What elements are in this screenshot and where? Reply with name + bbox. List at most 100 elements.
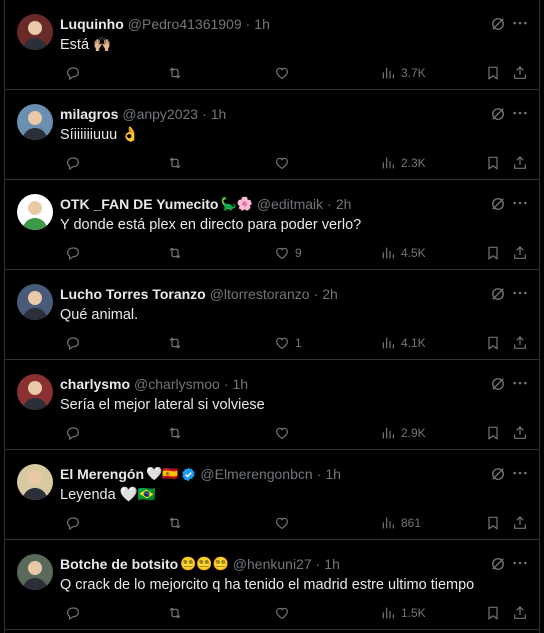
avatar[interactable] xyxy=(17,14,53,50)
timestamp[interactable]: 1h xyxy=(211,105,227,123)
retweet-button[interactable] xyxy=(167,63,188,83)
avatar[interactable] xyxy=(17,284,53,320)
grok-icon[interactable] xyxy=(489,15,507,33)
retweet-button[interactable] xyxy=(167,603,188,623)
more-icon[interactable] xyxy=(511,554,529,572)
like-button[interactable] xyxy=(274,153,295,173)
author-handle[interactable]: @ltorrestoranzo xyxy=(210,285,310,303)
grok-icon[interactable] xyxy=(489,375,507,393)
more-icon[interactable] xyxy=(511,284,529,302)
views-button[interactable]: 1.5K xyxy=(380,603,426,623)
share-button[interactable] xyxy=(512,63,528,83)
reply-button[interactable] xyxy=(65,153,86,173)
author-name[interactable]: Botche de botsito xyxy=(60,555,178,573)
author-name[interactable]: milagros xyxy=(60,105,118,123)
author-name[interactable]: charlysmo xyxy=(60,375,130,393)
tweet[interactable]: OTK _FAN DE Yumecito 🦕🌸 @editmaik · 2h Y… xyxy=(5,180,539,270)
timestamp[interactable]: 2h xyxy=(322,285,338,303)
reply-icon xyxy=(67,517,79,531)
reply-button[interactable] xyxy=(65,513,86,533)
separator-dot: · xyxy=(313,286,319,302)
tweet[interactable]: Botche de botsito 😵‍💫😵‍💫😵‍💫 @henkuni27 ·… xyxy=(5,540,539,630)
avatar[interactable] xyxy=(17,464,53,500)
views-button[interactable]: 3.7K xyxy=(380,63,426,83)
author-name[interactable]: El Merengón xyxy=(60,465,144,483)
retweet-button[interactable] xyxy=(167,153,188,173)
timestamp[interactable]: 1h xyxy=(254,15,270,33)
author-name[interactable]: Luquinho xyxy=(60,15,124,33)
retweet-button[interactable] xyxy=(167,333,188,353)
tweet[interactable]: El Merengón 🤍🇪🇸 @Elmerengonbcn · 1h Leye… xyxy=(5,450,539,540)
share-button[interactable] xyxy=(512,513,528,533)
retweet-button[interactable] xyxy=(167,423,188,443)
bookmark-button[interactable] xyxy=(485,513,501,533)
avatar[interactable] xyxy=(17,194,53,230)
views-button[interactable]: 861 xyxy=(380,513,421,533)
tweet-text: Sería el mejor lateral si volviese xyxy=(60,397,265,413)
timestamp[interactable]: 1h xyxy=(324,555,340,573)
share-button[interactable] xyxy=(512,603,528,623)
grok-icon[interactable] xyxy=(489,555,507,573)
more-icon[interactable] xyxy=(511,14,529,32)
author-name[interactable]: OTK _FAN DE Yumecito xyxy=(60,195,218,213)
author-name[interactable]: Lucho Torres Toranzo xyxy=(60,285,206,303)
view-count: 2.3K xyxy=(401,156,426,170)
share-button[interactable] xyxy=(512,243,528,263)
author-handle[interactable]: @editmaik xyxy=(257,195,323,213)
more-icon[interactable] xyxy=(511,464,529,482)
separator-dot: · xyxy=(245,16,251,32)
heart-icon xyxy=(276,157,288,170)
author-handle[interactable]: @anpy2023 xyxy=(122,105,198,123)
avatar[interactable] xyxy=(17,104,53,140)
share-button[interactable] xyxy=(512,153,528,173)
like-button[interactable]: 9 xyxy=(274,243,302,263)
share-button[interactable] xyxy=(512,333,528,353)
bookmark-button[interactable] xyxy=(485,63,501,83)
avatar[interactable] xyxy=(17,374,53,410)
timestamp[interactable]: 1h xyxy=(325,465,341,483)
author-handle[interactable]: @Elmerengonbcn xyxy=(200,465,312,483)
reply-button[interactable] xyxy=(65,243,86,263)
retweet-button[interactable] xyxy=(167,513,188,533)
reply-button[interactable] xyxy=(65,333,86,353)
views-icon xyxy=(382,517,394,529)
timestamp[interactable]: 2h xyxy=(336,195,352,213)
like-button[interactable] xyxy=(274,513,295,533)
avatar[interactable] xyxy=(17,554,53,590)
bookmark-button[interactable] xyxy=(485,333,501,353)
author-handle[interactable]: @charlysmoo xyxy=(134,375,220,393)
more-icon[interactable] xyxy=(511,104,529,122)
like-button[interactable] xyxy=(274,63,295,83)
like-button[interactable]: 1 xyxy=(274,333,302,353)
author-handle[interactable]: @Pedro41361909 xyxy=(128,15,242,33)
more-icon[interactable] xyxy=(511,374,529,392)
bookmark-button[interactable] xyxy=(485,243,501,263)
views-button[interactable]: 2.9K xyxy=(380,423,426,443)
tweet[interactable]: Lucho Torres Toranzo @ltorrestoranzo · 2… xyxy=(5,270,539,360)
like-button[interactable] xyxy=(274,603,295,623)
share-button[interactable] xyxy=(512,423,528,443)
grok-icon[interactable] xyxy=(489,195,507,213)
more-icon[interactable] xyxy=(511,194,529,212)
tweet[interactable]: Luquinho @Pedro41361909 · 1h Está 🙌🏼 3.7… xyxy=(5,0,539,90)
tweet[interactable]: milagros @anpy2023 · 1h Síiiiiiiuuu 👌 2.… xyxy=(5,90,539,180)
grok-icon[interactable] xyxy=(489,105,507,123)
grok-icon[interactable] xyxy=(489,285,507,303)
reply-button[interactable] xyxy=(65,603,86,623)
timestamp[interactable]: 1h xyxy=(233,375,249,393)
tweet[interactable]: charlysmo @charlysmoo · 1h Sería el mejo… xyxy=(5,360,539,450)
bookmark-button[interactable] xyxy=(485,153,501,173)
tweet-header: El Merengón 🤍🇪🇸 @Elmerengonbcn · 1h xyxy=(60,465,479,483)
bookmark-button[interactable] xyxy=(485,603,501,623)
grok-icon[interactable] xyxy=(489,465,507,483)
reply-button[interactable] xyxy=(65,423,86,443)
views-button[interactable]: 2.3K xyxy=(380,153,426,173)
retweet-button[interactable] xyxy=(167,243,188,263)
bookmark-button[interactable] xyxy=(485,423,501,443)
bookmark-icon xyxy=(488,246,498,260)
author-handle[interactable]: @henkuni27 xyxy=(233,555,312,573)
views-button[interactable]: 4.1K xyxy=(380,333,426,353)
reply-button[interactable] xyxy=(65,63,86,83)
like-button[interactable] xyxy=(274,423,295,443)
views-button[interactable]: 4.5K xyxy=(380,243,426,263)
